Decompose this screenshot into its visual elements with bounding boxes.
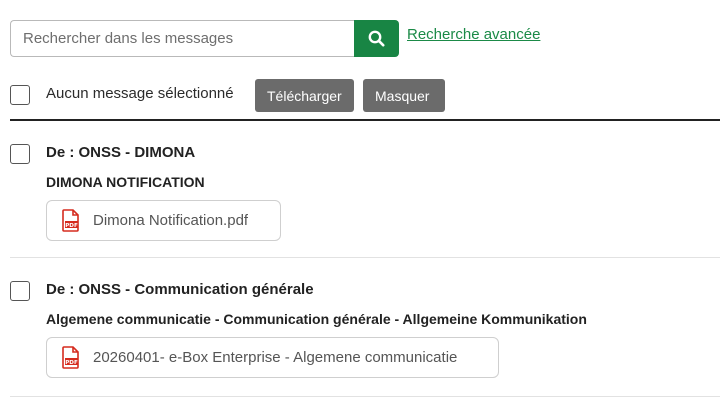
message-sender: De : ONSS - Communication générale: [46, 281, 314, 298]
search-bar: [10, 20, 399, 57]
svg-text:PDF: PDF: [65, 223, 78, 229]
attachment-name: 20260401- e-Box Enterprise - Algemene co…: [93, 349, 458, 366]
search-button[interactable]: [354, 20, 399, 57]
message-separator: [10, 257, 720, 258]
hide-button[interactable]: Masquer: [363, 79, 445, 112]
message-sender: De : ONSS - DIMONA: [46, 144, 196, 161]
search-icon: [368, 30, 385, 47]
message-checkbox[interactable]: [10, 144, 30, 164]
search-input[interactable]: [10, 20, 354, 57]
pdf-icon: PDF: [62, 346, 79, 369]
message-subject[interactable]: DIMONA NOTIFICATION: [46, 174, 205, 190]
selection-status: Aucun message sélectionné: [46, 85, 234, 102]
attachment-chip[interactable]: PDF Dimona Notification.pdf: [46, 200, 281, 241]
attachment-name: Dimona Notification.pdf: [93, 212, 249, 229]
message-subject[interactable]: Algemene communicatie - Communication gé…: [46, 311, 587, 327]
message-separator: [10, 396, 720, 397]
pdf-icon: PDF: [62, 209, 79, 232]
select-all-checkbox[interactable]: [10, 85, 30, 105]
advanced-search-link[interactable]: Recherche avancée: [407, 26, 540, 43]
download-button[interactable]: Télécharger: [255, 79, 354, 112]
svg-text:PDF: PDF: [65, 360, 78, 366]
message-checkbox[interactable]: [10, 281, 30, 301]
attachment-chip[interactable]: PDF 20260401- e-Box Enterprise - Algemen…: [46, 337, 499, 378]
list-header-divider: [10, 119, 720, 121]
